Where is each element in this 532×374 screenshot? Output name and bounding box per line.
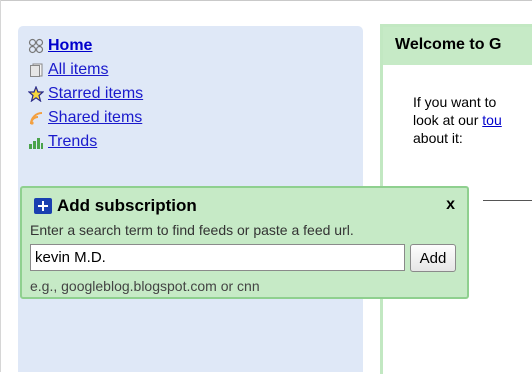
all-items-icon <box>28 62 44 78</box>
subscription-example-text: e.g., googleblog.blogspot.com or cnn <box>30 278 260 294</box>
trends-icon <box>28 134 44 150</box>
nav-item-shared[interactable]: Shared items <box>28 106 143 130</box>
nav-list: Home All items Starred items Shared item… <box>27 34 143 154</box>
nav-item-home[interactable]: Home <box>28 34 143 58</box>
add-subscription-popup: Add subscription x Enter a search term t… <box>20 186 469 299</box>
window-top-border <box>0 0 532 1</box>
nav-item-shared-label[interactable]: Shared items <box>48 109 142 127</box>
close-button[interactable]: x <box>446 196 455 214</box>
subscription-search-input[interactable] <box>30 244 405 271</box>
subscription-title: Add subscription <box>57 196 197 215</box>
nav-item-trends[interactable]: Trends <box>28 130 143 154</box>
home-icon <box>28 38 44 54</box>
welcome-line-1: If you want to <box>413 94 497 110</box>
window-left-border <box>0 0 1 372</box>
plus-icon <box>34 198 52 214</box>
shared-icon <box>28 110 44 126</box>
star-icon <box>27 85 45 103</box>
welcome-title: Welcome to G <box>383 27 532 65</box>
subscription-help-text: Enter a search term to find feeds or pas… <box>30 222 354 238</box>
nav-item-all-items-label[interactable]: All items <box>48 61 108 79</box>
subscription-header: Add subscription <box>34 196 197 216</box>
welcome-line-3: about it: <box>413 130 463 146</box>
nav-item-starred[interactable]: Starred items <box>27 82 143 106</box>
nav-item-trends-label[interactable]: Trends <box>48 133 97 151</box>
welcome-line-2: look at our tou <box>413 111 502 129</box>
welcome-body: If you want to look at our tou about it: <box>413 93 502 147</box>
nav-item-starred-label[interactable]: Starred items <box>48 85 143 103</box>
add-button[interactable]: Add <box>410 244 456 272</box>
nav-item-all-items[interactable]: All items <box>28 58 143 82</box>
tour-link[interactable]: tou <box>482 112 501 128</box>
nav-item-home-label[interactable]: Home <box>48 37 92 55</box>
welcome-divider <box>483 200 532 201</box>
welcome-line-2-text: look at our <box>413 112 483 128</box>
